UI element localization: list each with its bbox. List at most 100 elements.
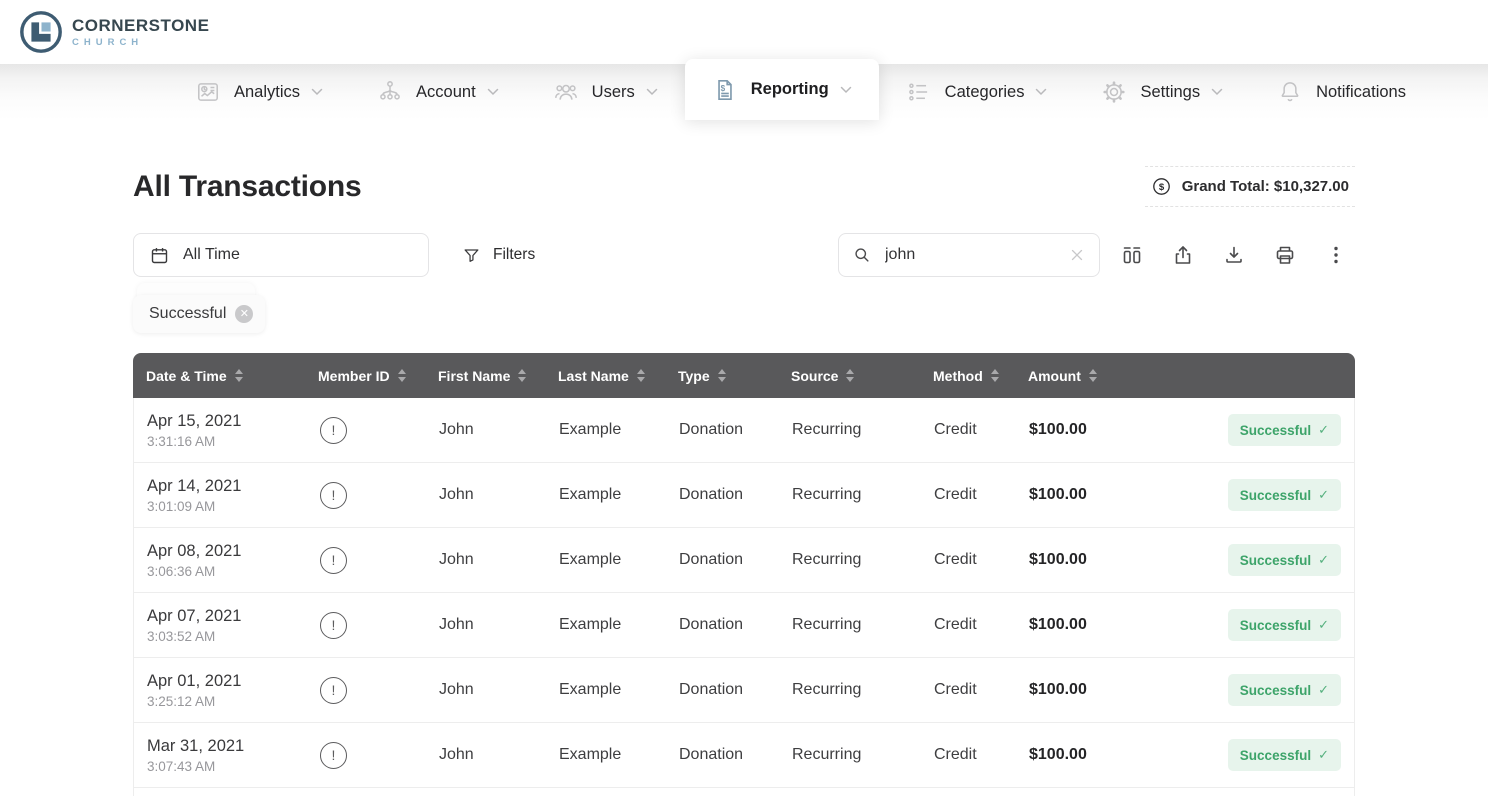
cell-amount: $100.00 — [1029, 421, 1189, 439]
cell-type: Donation — [679, 551, 792, 569]
column-header-source[interactable]: Source — [791, 368, 933, 384]
alert-circle-icon[interactable]: ! — [320, 547, 347, 574]
reporting-icon: $ — [712, 77, 738, 103]
dollar-circle-icon: $ — [1151, 176, 1172, 197]
brand-name: CORNERSTONE — [72, 16, 209, 36]
main-nav: Analytics Account Users — [0, 64, 1488, 120]
bell-icon — [1277, 79, 1303, 105]
column-header-member-id[interactable]: Member ID — [318, 368, 438, 384]
nav-item-settings[interactable]: Settings — [1074, 64, 1250, 120]
cell-method: Credit — [934, 486, 1029, 504]
clear-x-icon[interactable] — [1068, 246, 1086, 264]
status-badge: Successful ✓ — [1228, 674, 1341, 706]
cell-first-name: John — [439, 616, 559, 634]
table-row[interactable]: Apr 01, 2021 3:25:12 AM ! John Example D… — [134, 658, 1354, 723]
sort-icon — [235, 369, 243, 382]
status-badge: Successful ✓ — [1228, 414, 1341, 446]
column-header-last-name[interactable]: Last Name — [558, 368, 678, 384]
search-input[interactable] — [883, 245, 1057, 265]
cell-amount: $100.00 — [1029, 486, 1189, 504]
page-title: All Transactions — [133, 170, 362, 204]
kebab-menu-icon — [1324, 243, 1348, 267]
cell-type: Donation — [679, 616, 792, 634]
nav-label: Settings — [1140, 83, 1200, 102]
remove-chip-icon[interactable]: ✕ — [235, 305, 253, 323]
cell-source: Recurring — [792, 421, 934, 439]
cell-amount: $100.00 — [1029, 746, 1189, 764]
share-icon — [1171, 243, 1195, 267]
analytics-icon — [195, 79, 221, 105]
alert-circle-icon[interactable]: ! — [320, 482, 347, 509]
table-row[interactable]: Apr 14, 2021 3:01:09 AM ! John Example D… — [134, 463, 1354, 528]
chevron-down-icon — [311, 88, 323, 96]
cell-amount: $100.00 — [1029, 681, 1189, 699]
nav-item-users[interactable]: Users — [526, 64, 685, 120]
alert-circle-icon[interactable]: ! — [320, 677, 347, 704]
sort-icon — [1089, 369, 1097, 382]
table-row[interactable]: Apr 15, 2021 3:31:16 AM ! John Example D… — [134, 398, 1354, 463]
table-row[interactable]: Apr 08, 2021 3:06:36 AM ! John Example D… — [134, 528, 1354, 593]
cell-first-name: John — [439, 486, 559, 504]
brand-subname: CHURCH — [72, 37, 209, 48]
check-icon: ✓ — [1318, 487, 1329, 503]
column-header-amount[interactable]: Amount — [1028, 368, 1188, 384]
columns-icon — [1120, 243, 1144, 267]
cell-last-name: Example — [559, 681, 679, 699]
columns-button[interactable] — [1113, 236, 1151, 274]
cell-member-id: ! — [319, 417, 439, 444]
status-badge: Successful ✓ — [1228, 479, 1341, 511]
cell-date-time: Apr 15, 2021 3:31:16 AM — [147, 412, 319, 449]
check-icon: ✓ — [1318, 422, 1329, 438]
brand-logo[interactable]: CORNERSTONE CHURCH — [18, 9, 209, 55]
column-header-first-name[interactable]: First Name — [438, 368, 558, 384]
share-button[interactable] — [1164, 236, 1202, 274]
nav-item-categories[interactable]: Categories — [879, 64, 1075, 120]
cell-status: Successful ✓ — [1189, 609, 1354, 641]
alert-circle-icon[interactable]: ! — [320, 742, 347, 769]
nav-item-notifications[interactable]: Notifications — [1250, 64, 1433, 120]
cell-member-id: ! — [319, 482, 439, 509]
users-icon — [553, 79, 579, 105]
download-button[interactable] — [1215, 236, 1253, 274]
alert-circle-icon[interactable]: ! — [320, 417, 347, 444]
content: All Transactions $ Grand Total: $10,327.… — [0, 166, 1488, 796]
filter-chip-successful[interactable]: Successful ✕ — [133, 295, 265, 333]
cell-source: Recurring — [792, 746, 934, 764]
sort-icon — [398, 369, 406, 382]
status-badge: Successful ✓ — [1228, 609, 1341, 641]
nav-item-reporting[interactable]: $ Reporting — [685, 59, 879, 120]
cell-amount: $100.00 — [1029, 616, 1189, 634]
column-header-type[interactable]: Type — [678, 368, 791, 384]
cell-status: Successful ✓ — [1189, 739, 1354, 771]
cell-status: Successful ✓ — [1189, 544, 1354, 576]
more-options-button[interactable] — [1317, 236, 1355, 274]
column-header-date-time[interactable]: Date & Time — [146, 368, 318, 384]
date-range-select[interactable]: All Time — [133, 233, 429, 277]
sort-icon — [846, 369, 854, 382]
chevron-down-icon — [646, 88, 658, 96]
chip-label: Successful — [149, 305, 226, 323]
chevron-down-icon — [487, 88, 499, 96]
alert-circle-icon[interactable]: ! — [320, 612, 347, 639]
table-row[interactable]: Apr 07, 2021 3:03:52 AM ! John Example D… — [134, 593, 1354, 658]
column-header-method[interactable]: Method — [933, 368, 1028, 384]
status-badge: Successful ✓ — [1228, 739, 1341, 771]
cell-member-id: ! — [319, 612, 439, 639]
cell-first-name: John — [439, 746, 559, 764]
table-row[interactable]: Mar 31, 2021 3:07:43 AM ! John Example D… — [134, 723, 1354, 788]
filters-button[interactable]: Filters — [456, 245, 541, 266]
nav-item-analytics[interactable]: Analytics — [168, 64, 350, 120]
cell-last-name: Example — [559, 746, 679, 764]
nav-item-account[interactable]: Account — [350, 64, 526, 120]
nav-label: Categories — [945, 83, 1025, 102]
cell-type: Donation — [679, 486, 792, 504]
cell-type: Donation — [679, 681, 792, 699]
nav-label: Notifications — [1316, 83, 1406, 102]
cell-date-time: Apr 01, 2021 3:25:12 AM — [147, 672, 319, 709]
print-button[interactable] — [1266, 236, 1304, 274]
cell-method: Credit — [934, 746, 1029, 764]
table-row-partial — [133, 788, 1355, 796]
svg-text:$: $ — [1159, 182, 1165, 193]
table-header: Date & Time Member ID First Name Last Na… — [133, 353, 1355, 398]
cell-first-name: John — [439, 421, 559, 439]
